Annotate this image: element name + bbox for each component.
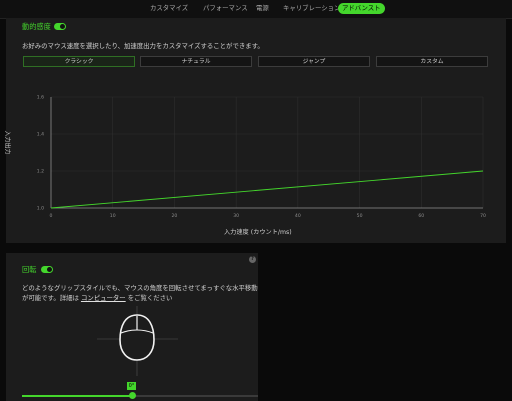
rotation-slider-track[interactable] bbox=[22, 395, 258, 397]
mouse-rotation-graphic bbox=[97, 306, 178, 376]
mouse-icon bbox=[119, 314, 155, 361]
rotation-slider-fill bbox=[22, 395, 133, 397]
rotation-angle-badge: 0° bbox=[127, 382, 136, 390]
